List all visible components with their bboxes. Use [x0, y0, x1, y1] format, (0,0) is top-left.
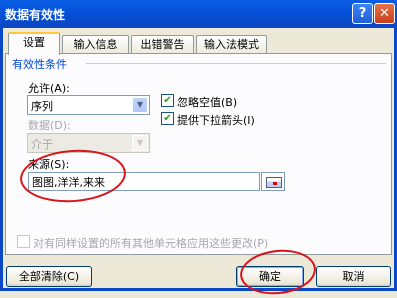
cancel-button[interactable]: 取消 — [316, 266, 391, 287]
allow-select-value: 序列 — [31, 100, 53, 113]
data-select-value: 介于 — [31, 138, 53, 151]
dialog-title: 数据有效性 — [5, 8, 66, 22]
ignore-blank-label: 忽略空值(B) — [177, 96, 238, 109]
clear-all-button[interactable]: 全部清除(C) — [6, 266, 92, 287]
collapse-dialog-icon — [266, 177, 282, 188]
group-divider — [86, 63, 386, 64]
in-cell-dropdown-label: 提供下拉箭头(I) — [177, 114, 255, 127]
chevron-down-icon[interactable]: ▼ — [132, 97, 148, 113]
range-select-button[interactable] — [261, 172, 285, 191]
allow-label: 允许(A): — [28, 82, 70, 95]
apply-all-checkbox — [17, 235, 30, 248]
group-title: 有效性条件 — [12, 58, 67, 71]
tab-input-message[interactable]: 输入信息 — [62, 35, 129, 55]
help-button[interactable]: ? — [352, 3, 373, 24]
title-bar: 数据有效性 ? ✕ — [0, 0, 397, 28]
tab-ime-mode[interactable]: 输入法模式 — [196, 35, 267, 55]
close-button[interactable]: ✕ — [374, 3, 395, 24]
ignore-blank-checkbox[interactable]: ✔ — [161, 94, 174, 107]
apply-all-label: 对有同样设置的所有其他单元格应用这些更改(P) — [33, 237, 269, 250]
tab-settings[interactable]: 设置 — [8, 32, 60, 55]
allow-select[interactable]: 序列 ▼ — [27, 95, 150, 115]
data-label: 数据(D): — [28, 119, 71, 132]
tab-error-alert[interactable]: 出错警告 — [131, 35, 194, 55]
chevron-down-icon: ▼ — [132, 135, 148, 151]
in-cell-dropdown-checkbox[interactable]: ✔ — [161, 112, 174, 125]
